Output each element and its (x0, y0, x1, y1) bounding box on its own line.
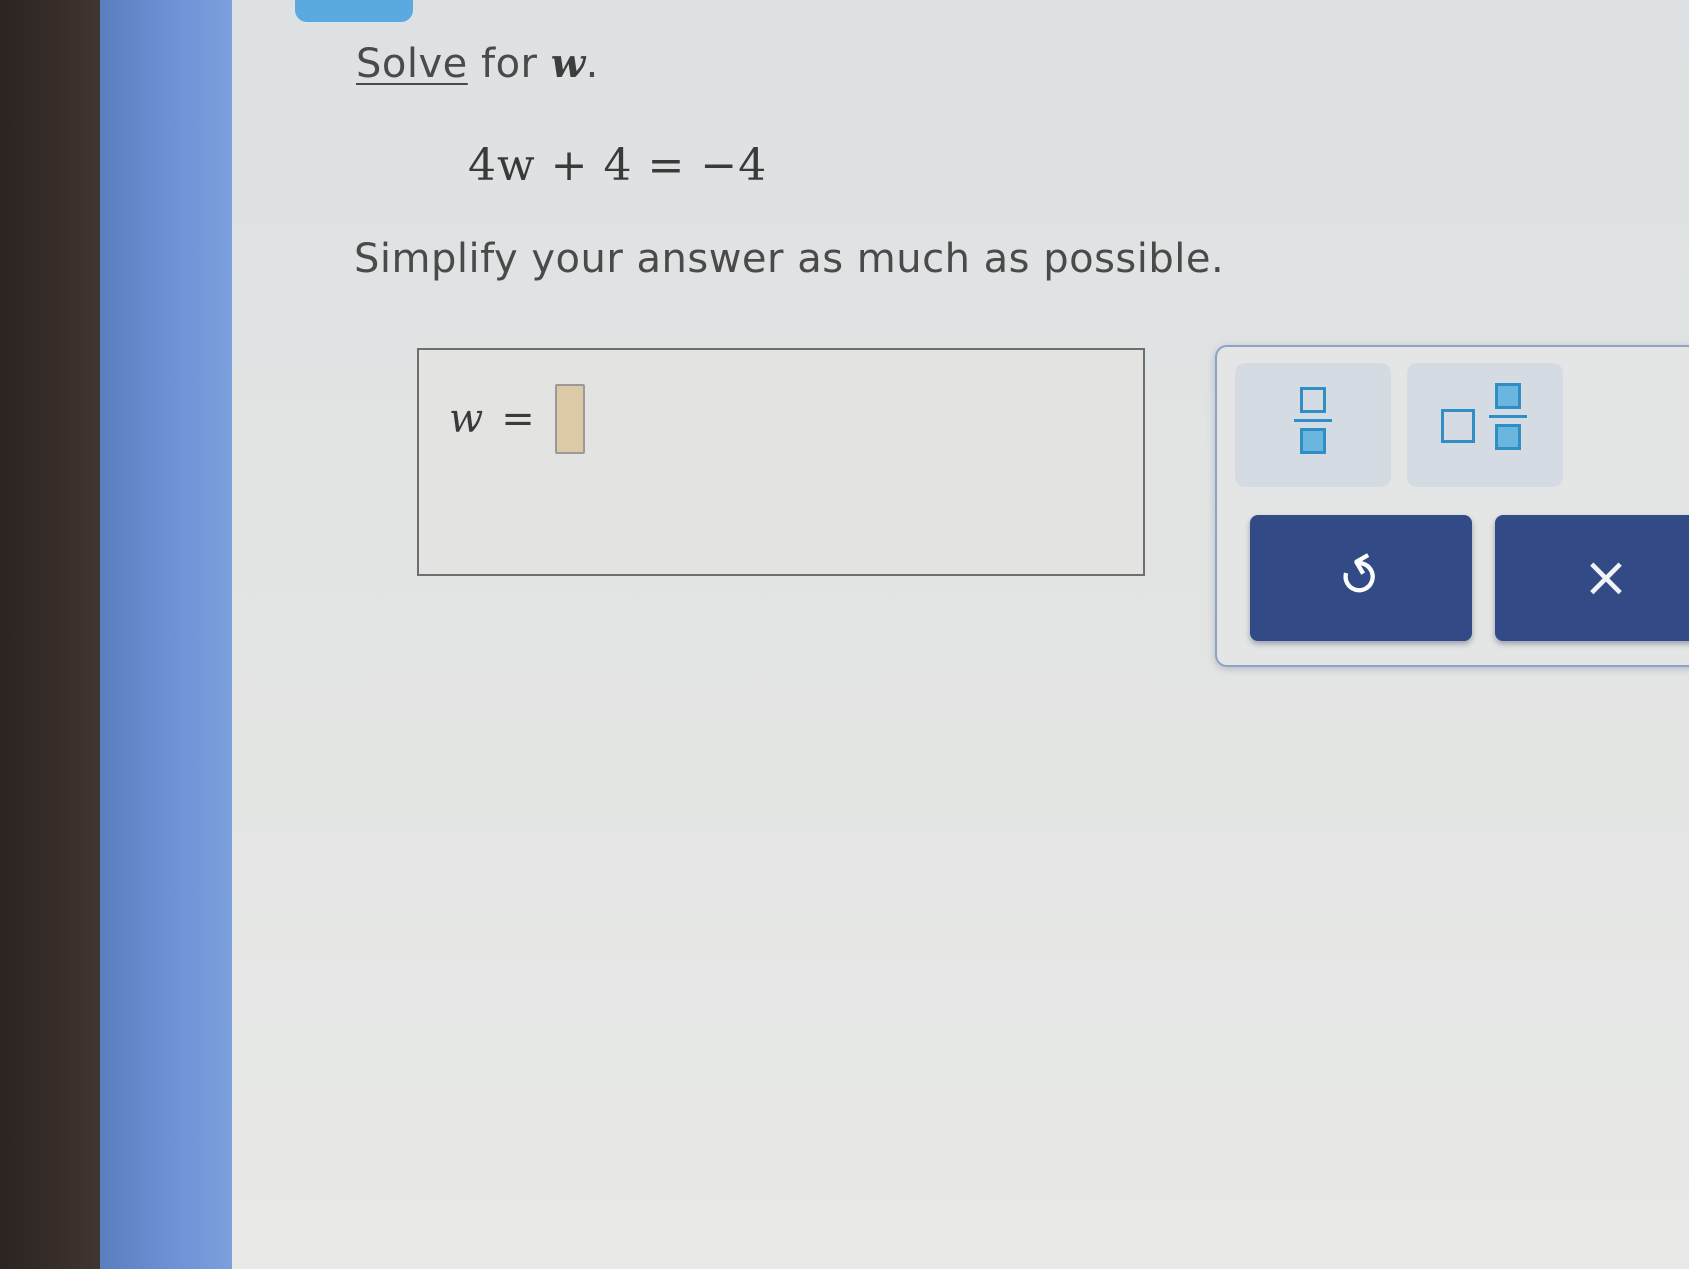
mixed-number-button[interactable] (1407, 363, 1563, 487)
undo-button[interactable]: ↺ (1250, 515, 1472, 641)
answer-equals-sign: = (501, 396, 535, 442)
left-sidebar-strip (100, 0, 240, 1269)
answer-area: w = (417, 348, 1145, 576)
answer-input[interactable] (554, 384, 585, 454)
prompt-solve-word: Solve (356, 41, 468, 87)
mixed-number-whole-icon (1441, 409, 1475, 443)
math-tools-panel: ↺ × (1215, 345, 1689, 667)
question-prompt: Solve for w. (356, 40, 599, 87)
prompt-variable: w (550, 40, 586, 87)
answer-variable: w (449, 396, 484, 442)
top-tab-button[interactable] (295, 0, 413, 22)
prompt-for-text: for (467, 41, 551, 87)
fraction-button[interactable] (1235, 363, 1391, 487)
close-icon: × (1582, 545, 1630, 610)
clear-button[interactable]: × (1495, 515, 1689, 641)
mixed-number-icon (1489, 383, 1527, 450)
equation: 4w + 4 = −4 (468, 140, 768, 191)
instruction-text: Simplify your answer as much as possible… (354, 236, 1225, 282)
answer-row: w = (449, 384, 585, 454)
fraction-icon (1294, 387, 1332, 454)
prompt-period: . (585, 41, 599, 87)
undo-icon: ↺ (1327, 541, 1395, 615)
